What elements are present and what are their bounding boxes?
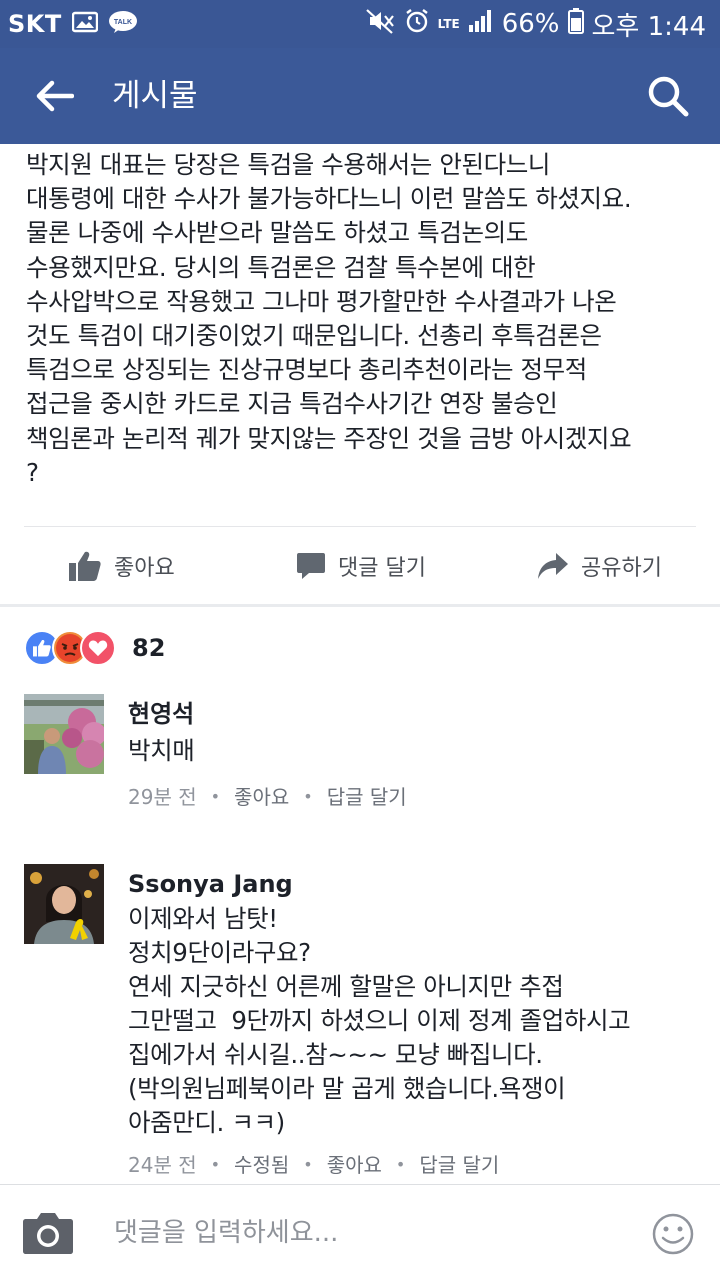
comment-reply-link[interactable]: 답글 달기 <box>419 1150 499 1180</box>
search-icon <box>648 76 689 117</box>
emoji-button[interactable] <box>652 1213 694 1255</box>
avatar[interactable] <box>24 864 104 944</box>
battery-icon <box>567 7 584 41</box>
comment-author[interactable]: Ssonya Jang <box>128 868 704 900</box>
network-type-label: LTE <box>437 17 460 31</box>
comment-reply-link[interactable]: 답글 달기 <box>327 782 407 812</box>
comment-label: 댓글 달기 <box>338 556 426 581</box>
comment-bubble-icon <box>297 553 325 579</box>
share-button[interactable]: 공유하기 <box>537 528 662 604</box>
search-button[interactable] <box>642 70 694 122</box>
status-bar-right: LTE 66% 오후 1:44 <box>364 0 706 48</box>
comment-body: Ssonya Jang 이제와서 남탓! 정치9단이라구요? 연세 지긋하신 어… <box>128 864 704 1180</box>
back-button[interactable] <box>28 70 80 122</box>
mute-icon <box>364 8 396 41</box>
comment-edited-link[interactable]: 수정됨 <box>234 1150 289 1180</box>
comment-time[interactable]: 29분 전 <box>128 782 197 812</box>
meta-separator: • <box>303 1155 313 1174</box>
section-divider <box>0 604 720 607</box>
comment-meta: 24분 전 • 수정됨 • 좋아요 • 답글 달기 <box>128 1150 704 1180</box>
app-bar: 게시물 <box>0 48 720 144</box>
svg-text:TALK: TALK <box>114 19 132 26</box>
alarm-icon <box>404 8 430 41</box>
camera-button[interactable] <box>22 1211 74 1255</box>
like-label: 좋아요 <box>114 556 175 581</box>
meta-separator: • <box>395 1155 406 1174</box>
share-arrow-icon <box>538 553 568 579</box>
love-reaction-icon <box>80 630 116 666</box>
like-thumb-icon <box>69 551 101 581</box>
meta-separator: • <box>210 787 221 806</box>
comment-button[interactable]: 댓글 달기 <box>296 528 426 604</box>
emoji-icon <box>652 1213 694 1255</box>
comment-like-link[interactable]: 좋아요 <box>234 782 289 812</box>
comment-text: 박치매 <box>128 736 195 765</box>
post-text: 박지원 대표는 당장은 특검을 수용해서는 안된다느니 대통령에 대한 수사가 … <box>26 150 632 487</box>
comment-text: 이제와서 남탓! 정치9단이라구요? 연세 지긋하신 어른께 할말은 아니지만 … <box>128 904 631 1137</box>
post-actions: 좋아요 댓글 달기 공유하기 <box>0 528 720 604</box>
meta-separator: • <box>303 787 313 806</box>
kakaotalk-notification-icon: TALK <box>108 10 138 38</box>
signal-icon <box>468 9 494 40</box>
comment: 현영석 박치매 29분 전 • 좋아요 • 답글 달기 <box>24 694 704 824</box>
comment-input[interactable] <box>114 1209 614 1257</box>
battery-percent: 66% <box>501 9 560 39</box>
divider <box>24 526 696 527</box>
gallery-notification-icon <box>71 11 98 37</box>
carrier-label: SKT <box>8 10 62 38</box>
comment-time[interactable]: 24분 전 <box>128 1150 197 1180</box>
comment: Ssonya Jang 이제와서 남탓! 정치9단이라구요? 연세 지긋하신 어… <box>24 864 704 1184</box>
status-bar-left: SKT TALK <box>8 0 138 48</box>
reaction-count: 82 <box>132 634 166 662</box>
back-arrow-icon <box>36 80 74 112</box>
comment-author[interactable]: 현영석 <box>128 698 704 730</box>
like-button[interactable]: 좋아요 <box>68 528 175 604</box>
reactions-summary[interactable]: 82 <box>24 628 165 668</box>
comment-like-link[interactable]: 좋아요 <box>327 1150 382 1180</box>
clock: 오후 1:44 <box>591 11 707 42</box>
camera-icon <box>23 1213 73 1254</box>
comment-composer <box>0 1184 720 1280</box>
avatar[interactable] <box>24 694 104 774</box>
share-label: 공유하기 <box>581 556 662 581</box>
meta-separator: • <box>210 1155 221 1174</box>
comment-meta: 29분 전 • 좋아요 • 답글 달기 <box>128 782 704 812</box>
page-title: 게시물 <box>112 78 198 114</box>
comment-body: 현영석 박치매 29분 전 • 좋아요 • 답글 달기 <box>128 694 704 812</box>
status-bar: SKT TALK LTE 66% 오후 1:44 <box>0 0 720 48</box>
